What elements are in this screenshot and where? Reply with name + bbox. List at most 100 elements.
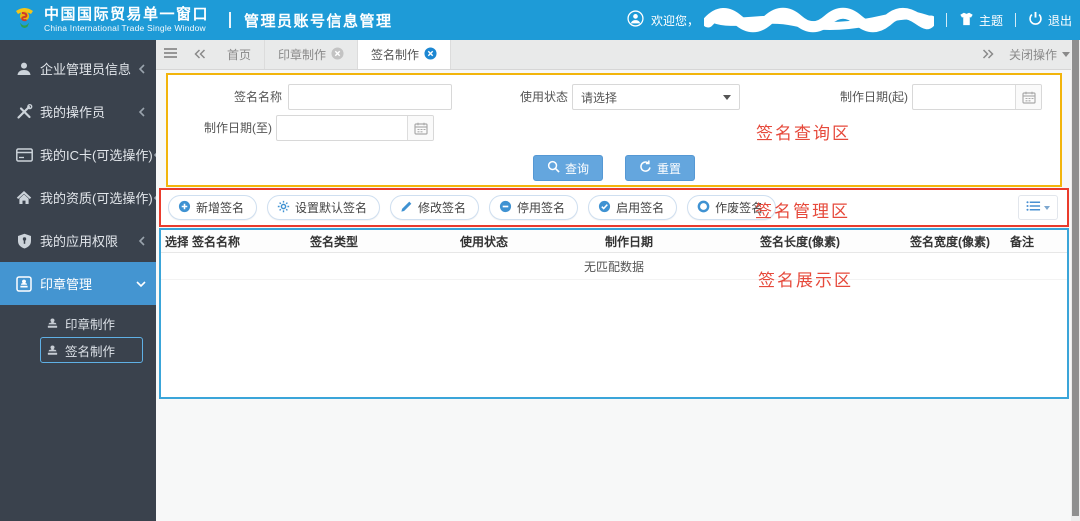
- set-default-signature-button[interactable]: 设置默认签名: [267, 195, 380, 220]
- redaction-scribble: [704, 7, 934, 33]
- sidebar-subitem-seal-making[interactable]: 印章制作: [0, 310, 156, 337]
- column-header-remarks: 备注: [1006, 233, 1067, 250]
- app-window: 中国国际贸易单一窗口 China International Trade Sin…: [0, 0, 1080, 521]
- tab-close-icon[interactable]: [331, 47, 344, 63]
- chevron-down-icon: [136, 280, 146, 288]
- menu-toggle-button[interactable]: [156, 40, 185, 69]
- pencil-icon: [400, 200, 413, 216]
- modify-signature-button[interactable]: 修改签名: [390, 195, 479, 220]
- sidebar-item-label: 我的资质(可选操作): [40, 188, 153, 207]
- hamburger-icon: [163, 47, 178, 62]
- search-icon: [547, 160, 560, 176]
- ring-icon: [697, 200, 710, 216]
- logout-label: 退出: [1048, 12, 1072, 29]
- manage-button-label: 启用签名: [616, 199, 664, 216]
- reset-button-label: 重置: [657, 160, 681, 177]
- manage-button-label: 修改签名: [418, 199, 466, 216]
- scrollbar-thumb[interactable]: [1072, 40, 1079, 516]
- sidebar-item-my-app-permissions[interactable]: 我的应用权限: [0, 219, 156, 262]
- tab-label: 签名制作: [371, 46, 419, 63]
- sidebar-item-my-operators[interactable]: 我的操作员: [0, 90, 156, 133]
- sidebar-item-seal-management[interactable]: 印章管理: [0, 262, 156, 305]
- logout-button[interactable]: 退出: [1028, 11, 1072, 29]
- welcome-text: 欢迎您，: [651, 12, 699, 29]
- signature-manage-zone: 新增签名 设置默认签名 修改签名: [159, 188, 1069, 227]
- date-to-label: 制作日期(至): [190, 115, 272, 141]
- seal-submenu: 印章制作 签名制作: [0, 305, 156, 363]
- column-header-signature-width: 签名宽度(像素): [906, 233, 1006, 250]
- use-status-select[interactable]: 请选择: [572, 84, 740, 110]
- seal-icon: [15, 275, 33, 292]
- tab-home[interactable]: 首页: [214, 40, 265, 69]
- theme-label: 主题: [979, 12, 1003, 29]
- use-status-label: 使用状态: [510, 84, 568, 110]
- minus-circle-icon: [499, 200, 512, 216]
- double-chevron-right-icon: [982, 48, 994, 62]
- chevron-left-icon: [138, 107, 146, 117]
- column-settings-button[interactable]: [1018, 195, 1058, 220]
- reset-button[interactable]: 重置: [625, 155, 695, 181]
- column-header-use-status: 使用状态: [456, 233, 601, 250]
- display-zone-annotation: 签名展示区: [758, 266, 853, 291]
- caret-down-icon: [1044, 206, 1050, 210]
- close-actions-label: 关闭操作: [1009, 46, 1057, 63]
- sidebar-subitem-label: 签名制作: [65, 341, 115, 360]
- header-right: 欢迎您， 主题 退出: [627, 7, 1080, 33]
- sidebar-item-my-qualifications[interactable]: 我的资质(可选操作): [0, 176, 156, 219]
- use-status-value: 请选择: [581, 89, 617, 106]
- manage-button-label: 停用签名: [517, 199, 565, 216]
- stamp-icon: [46, 344, 59, 357]
- tab-signature-making[interactable]: 签名制作: [358, 40, 451, 69]
- scroll-tabs-left-button[interactable]: [185, 40, 214, 69]
- manage-button-label: 设置默认签名: [295, 199, 367, 216]
- tab-bar: 首页 印章制作 签名制作: [156, 40, 1080, 70]
- search-button-label: 查询: [565, 160, 589, 177]
- chevron-left-icon: [138, 236, 146, 246]
- date-to-input-wrap: [276, 115, 434, 141]
- date-from-input-wrap: [912, 84, 1042, 110]
- add-signature-button[interactable]: 新增签名: [168, 195, 257, 220]
- close-actions-dropdown[interactable]: 关闭操作: [1009, 46, 1070, 63]
- ic-card-icon: [15, 146, 33, 163]
- manage-zone-annotation: 签名管理区: [755, 197, 850, 222]
- table-empty-row: 无匹配数据: [161, 253, 1067, 280]
- signature-name-input[interactable]: [289, 85, 451, 109]
- scroll-tabs-right-button[interactable]: [974, 48, 1003, 62]
- theme-button[interactable]: 主题: [959, 12, 1003, 29]
- tools-icon: [15, 103, 33, 120]
- tab-seal-making[interactable]: 印章制作: [265, 40, 358, 69]
- sidebar-subitem-signature-making[interactable]: 签名制作: [40, 337, 143, 363]
- date-to-input[interactable]: [277, 116, 407, 140]
- tab-label: 印章制作: [278, 46, 326, 63]
- date-from-label: 制作日期(起): [828, 84, 908, 110]
- search-button[interactable]: 查询: [533, 155, 603, 181]
- caret-down-icon: [1062, 52, 1070, 57]
- manage-buttons-row: 新增签名 设置默认签名 修改签名: [168, 195, 776, 220]
- disable-signature-button[interactable]: 停用签名: [489, 195, 578, 220]
- sidebar: 企业管理员信息 我的操作员 我的IC卡(可选操作): [0, 40, 156, 521]
- chevron-left-icon: [138, 64, 146, 74]
- list-icon: [1026, 200, 1041, 215]
- enable-signature-button[interactable]: 启用签名: [588, 195, 677, 220]
- column-header-signature-length: 签名长度(像素): [756, 233, 906, 250]
- reset-icon: [639, 160, 652, 176]
- sidebar-subitem-label: 印章制作: [65, 314, 115, 333]
- signature-query-zone: 签名名称 使用状态 请选择 制作日期(起) 制作日期(至): [166, 73, 1062, 187]
- page-title: 管理员账号信息管理: [244, 10, 393, 31]
- date-from-input[interactable]: [913, 85, 1015, 109]
- header-sep: [1015, 13, 1016, 27]
- column-header-signature-name: 签名名称: [188, 233, 306, 250]
- tab-label: 首页: [227, 46, 251, 63]
- vertical-scrollbar: [1071, 40, 1080, 521]
- column-header-select: 选择: [161, 233, 188, 250]
- sidebar-item-my-ic-card[interactable]: 我的IC卡(可选操作): [0, 133, 156, 176]
- calendar-icon[interactable]: [1015, 85, 1041, 109]
- sidebar-item-enterprise-admin-info[interactable]: 企业管理员信息: [0, 47, 156, 90]
- shield-icon: [15, 232, 33, 249]
- calendar-icon[interactable]: [407, 116, 433, 140]
- stamp-icon: [46, 317, 59, 330]
- tab-close-icon[interactable]: [424, 47, 437, 63]
- manage-button-label: 新增签名: [196, 199, 244, 216]
- shirt-icon: [959, 12, 974, 29]
- user-badge-icon: [627, 10, 644, 30]
